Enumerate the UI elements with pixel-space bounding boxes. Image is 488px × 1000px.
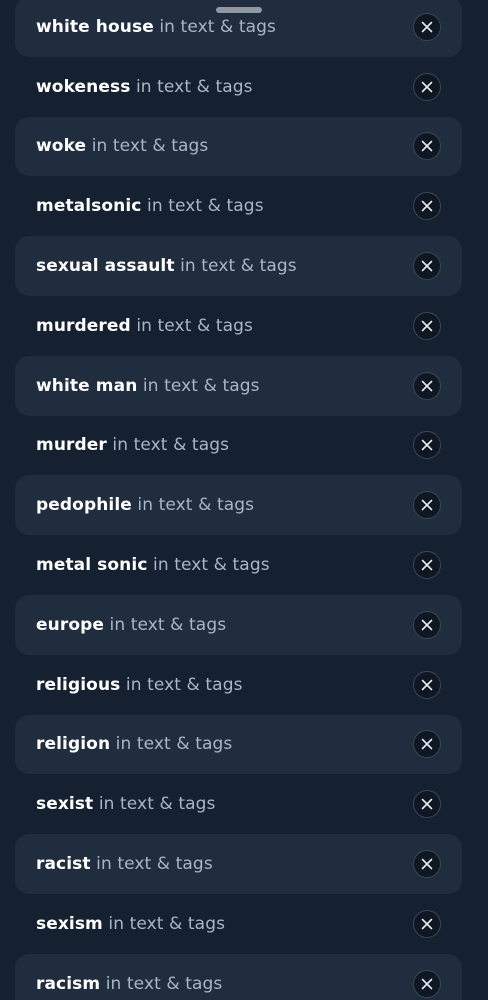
muted-word-label: sexism in text & tags <box>36 914 225 934</box>
close-icon <box>421 380 433 391</box>
muted-word-term: metal sonic <box>36 555 148 576</box>
muted-word-label: murdered in text & tags <box>36 316 253 336</box>
muted-word-scope: in text & tags <box>125 674 243 695</box>
remove-muted-word-button[interactable] <box>413 969 441 998</box>
muted-word-row: sexism in text & tags <box>0 894 488 954</box>
muted-word-term: murdered <box>36 315 131 336</box>
remove-muted-word-button[interactable] <box>413 72 441 101</box>
muted-word-scope: in text & tags <box>135 76 253 97</box>
muted-word-row: pedophile in text & tags <box>0 475 488 536</box>
close-icon <box>421 679 433 690</box>
muted-word-label: metal sonic in text & tags <box>36 555 270 575</box>
close-icon <box>421 440 433 451</box>
muted-word-scope: in text & tags <box>108 913 226 934</box>
muted-word-scope: in text & tags <box>147 196 264 217</box>
remove-muted-word-button[interactable] <box>413 610 441 639</box>
muted-word-scope: in text & tags <box>142 375 260 396</box>
muted-word-row: racist in text & tags <box>0 834 488 894</box>
muted-word-term: white man <box>36 375 138 396</box>
muted-word-scope: in text & tags <box>180 256 297 277</box>
muted-word-row: woke in text & tags <box>0 116 488 177</box>
close-icon <box>421 978 433 989</box>
close-icon <box>421 81 433 92</box>
remove-muted-word-button[interactable] <box>413 670 441 699</box>
muted-word-term: woke <box>36 136 87 157</box>
remove-muted-word-button[interactable] <box>413 12 441 41</box>
remove-muted-word-button[interactable] <box>413 551 441 580</box>
muted-word-label: sexist in text & tags <box>36 794 215 814</box>
close-icon <box>421 858 433 870</box>
muted-word-scope: in text & tags <box>91 136 209 157</box>
muted-word-row: sexual assault in text & tags <box>0 236 488 296</box>
muted-word-term: europe <box>36 614 104 635</box>
muted-word-scope: in text & tags <box>96 854 213 875</box>
muted-word-scope: in text & tags <box>137 495 255 516</box>
muted-word-label: racism in text & tags <box>36 974 222 994</box>
muted-word-label: religion in text & tags <box>36 734 232 754</box>
close-icon <box>421 21 433 33</box>
muted-word-label: wokeness in text & tags <box>36 77 253 97</box>
muted-word-label: white house in text & tags <box>36 17 276 37</box>
muted-word-term: white house <box>36 16 154 37</box>
muted-word-row: white man in text & tags <box>0 355 488 416</box>
close-icon <box>421 559 433 571</box>
sheet-drag-handle[interactable] <box>216 7 262 13</box>
muted-word-label: woke in text & tags <box>36 136 208 156</box>
close-icon <box>421 798 433 810</box>
muted-word-term: sexism <box>36 913 103 934</box>
close-icon <box>421 918 433 930</box>
close-icon <box>421 260 433 272</box>
muted-word-label: religious in text & tags <box>36 675 243 695</box>
muted-word-label: europe in text & tags <box>36 615 226 635</box>
muted-word-term: murder <box>36 435 107 456</box>
muted-word-scope: in text & tags <box>153 555 270 576</box>
muted-word-term: racist <box>36 854 91 875</box>
remove-muted-word-button[interactable] <box>413 371 441 400</box>
muted-word-term: wokeness <box>36 76 131 97</box>
muted-word-label: metalsonic in text & tags <box>36 196 264 216</box>
muted-word-label: murder in text & tags <box>36 435 229 455</box>
muted-word-row: racism in text & tags <box>0 953 488 1000</box>
muted-word-term: sexual assault <box>36 256 175 277</box>
muted-word-term: racism <box>36 973 101 994</box>
muted-word-row: murder in text & tags <box>0 416 488 476</box>
remove-muted-word-button[interactable] <box>413 311 441 340</box>
close-icon <box>421 619 433 631</box>
muted-word-scope: in text & tags <box>136 315 253 336</box>
muted-word-row: religious in text & tags <box>0 655 488 715</box>
muted-word-row: wokeness in text & tags <box>0 57 488 117</box>
muted-word-term: religion <box>36 734 111 755</box>
muted-word-term: pedophile <box>36 495 132 516</box>
muted-word-label: pedophile in text & tags <box>36 495 254 515</box>
close-icon <box>421 739 433 750</box>
muted-word-row: murdered in text & tags <box>0 296 488 356</box>
muted-word-scope: in text & tags <box>115 734 233 755</box>
remove-muted-word-button[interactable] <box>413 909 441 938</box>
muted-word-row: metal sonic in text & tags <box>0 535 488 595</box>
muted-word-row: metalsonic in text & tags <box>0 176 488 236</box>
remove-muted-word-button[interactable] <box>413 252 441 281</box>
muted-word-term: sexist <box>36 794 94 815</box>
muted-word-term: religious <box>36 674 121 695</box>
muted-word-scope: in text & tags <box>112 435 230 456</box>
remove-muted-word-button[interactable] <box>413 850 441 879</box>
muted-word-label: white man in text & tags <box>36 376 260 396</box>
muted-words-screen: white house in text & tags wokeness in te… <box>0 0 488 1000</box>
muted-word-scope: in text & tags <box>98 794 216 815</box>
muted-word-row: sexist in text & tags <box>0 774 488 834</box>
muted-word-term: metalsonic <box>36 196 142 217</box>
muted-word-scope: in text & tags <box>105 973 223 994</box>
close-icon <box>421 320 433 332</box>
muted-word-label: racist in text & tags <box>36 854 213 874</box>
muted-word-scope: in text & tags <box>159 16 277 37</box>
close-icon <box>421 141 433 152</box>
muted-word-scope: in text & tags <box>109 614 227 635</box>
close-icon <box>421 499 433 511</box>
muted-word-label: sexual assault in text & tags <box>36 256 297 276</box>
muted-word-row: europe in text & tags <box>0 594 488 655</box>
muted-words-list: white house in text & tags wokeness in te… <box>0 0 488 1000</box>
muted-word-row: religion in text & tags <box>0 714 488 775</box>
close-icon <box>421 200 433 212</box>
